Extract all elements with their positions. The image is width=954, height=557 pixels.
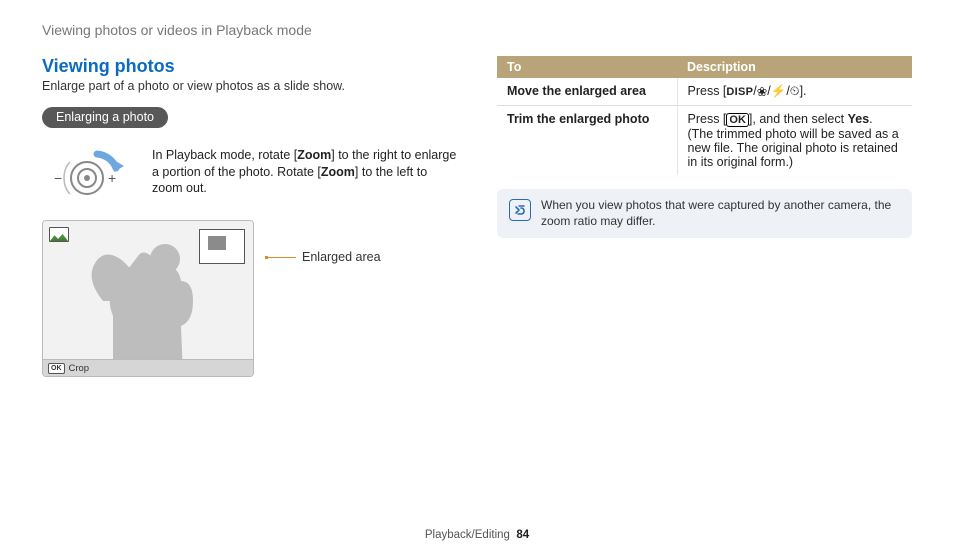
table-row: Move the enlarged area Press [DISP/❀/⚡/⏲…: [497, 78, 912, 106]
crop-label: Crop: [69, 363, 90, 374]
enlarged-area-callout: Enlarged area: [266, 250, 381, 264]
table-row: Trim the enlarged photo Press [OK], and …: [497, 106, 912, 176]
timer-icon: ⏲: [790, 84, 800, 99]
disp-key-icon: DISP: [726, 86, 753, 98]
minus-sign: −: [54, 170, 62, 186]
row-desc: Press [DISP/❀/⚡/⏲].: [677, 78, 912, 106]
row-desc: Press [OK], and then select Yes. (The tr…: [677, 106, 912, 176]
ok-key-icon: OK: [726, 113, 749, 127]
footer-page-number: 84: [516, 529, 529, 541]
macro-flower-icon: ❀: [757, 84, 767, 99]
actions-table: To Description Move the enlarged area Pr…: [497, 56, 912, 175]
enlarged-area-label: Enlarged area: [302, 250, 381, 264]
section-heading: Viewing photos: [42, 56, 457, 77]
crop-bar: OK Crop: [43, 359, 253, 376]
subsection-pill: Enlarging a photo: [42, 107, 168, 128]
navigator-box: [199, 229, 245, 264]
intro-text: Enlarge part of a photo or view photos a…: [42, 79, 457, 93]
leader-line: [266, 257, 296, 258]
zoom-dial-illustration: − +: [42, 144, 142, 200]
plus-sign: +: [108, 170, 116, 186]
page-footer: Playback/Editing 84: [0, 529, 954, 541]
breadcrumb: Viewing photos or videos in Playback mod…: [42, 22, 912, 38]
note-icon: [509, 199, 531, 221]
zoom-instruction: In Playback mode, rotate [Zoom] to the r…: [152, 147, 457, 198]
ok-key-icon: OK: [48, 363, 65, 374]
th-to: To: [497, 56, 677, 78]
lcd-preview: OK Crop: [42, 220, 254, 377]
navigator-viewport: [208, 236, 226, 250]
note-text: When you view photos that were captured …: [541, 197, 900, 229]
row-to: Move the enlarged area: [497, 78, 677, 106]
note-callout: When you view photos that were captured …: [497, 189, 912, 237]
row-to: Trim the enlarged photo: [497, 106, 677, 176]
flash-icon: ⚡: [771, 84, 787, 99]
th-description: Description: [677, 56, 912, 78]
thumbnail-icon: [49, 227, 69, 242]
footer-section: Playback/Editing: [425, 529, 510, 541]
